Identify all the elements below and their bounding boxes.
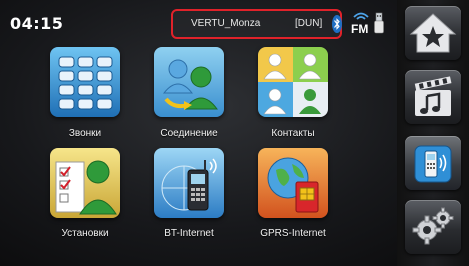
home-star-icon — [409, 13, 457, 53]
head-unit-screen: 04:15 VERTU_Monza [DUN] FM Звонки Соедин… — [0, 0, 469, 266]
tile-settings-label: Установки — [61, 228, 109, 239]
sidebar-phone-button[interactable] — [405, 136, 461, 190]
bluetooth-icon — [332, 15, 342, 33]
media-icon — [414, 76, 452, 116]
tile-settings[interactable] — [50, 148, 120, 218]
device-name: VERTU_Monza — [191, 18, 261, 29]
tile-bt-internet-label: BT-Internet — [164, 228, 214, 239]
fm-label: FM — [351, 22, 368, 36]
tile-calls[interactable] — [50, 47, 120, 117]
sidebar-settings-button[interactable] — [405, 200, 461, 254]
fm-radio-icon: FM — [351, 12, 369, 36]
tile-connection-label: Соединение — [160, 128, 218, 139]
usb-icon — [374, 12, 384, 34]
connection-profile: [DUN] — [295, 18, 323, 29]
status-bar: 04:15 VERTU_Monza [DUN] FM — [0, 0, 395, 46]
connection-icon — [154, 47, 224, 117]
sidebar-media-button[interactable] — [405, 70, 461, 124]
tile-calls-label: Звонки — [68, 128, 102, 139]
bt-internet-phone-icon — [154, 148, 224, 218]
tile-connection[interactable] — [154, 47, 224, 117]
tile-bt-internet[interactable] — [154, 148, 224, 218]
tile-contacts-label: Контакты — [271, 128, 315, 139]
phone-bluetooth-icon — [414, 145, 452, 183]
sidebar-home-button[interactable] — [405, 6, 461, 60]
sidebar — [397, 0, 469, 266]
clock: 04:15 — [10, 14, 64, 33]
connected-device-box[interactable]: VERTU_Monza [DUN] — [171, 9, 342, 39]
keypad-icon — [50, 47, 120, 117]
settings-checklist-icon — [50, 148, 120, 218]
contacts-icon — [258, 47, 328, 117]
settings-gears-icon — [412, 207, 454, 245]
tile-gprs-internet[interactable] — [258, 148, 328, 218]
tile-contacts[interactable] — [258, 47, 328, 117]
tile-gprs-internet-label: GPRS-Internet — [260, 228, 326, 239]
gprs-internet-icon — [258, 148, 328, 218]
